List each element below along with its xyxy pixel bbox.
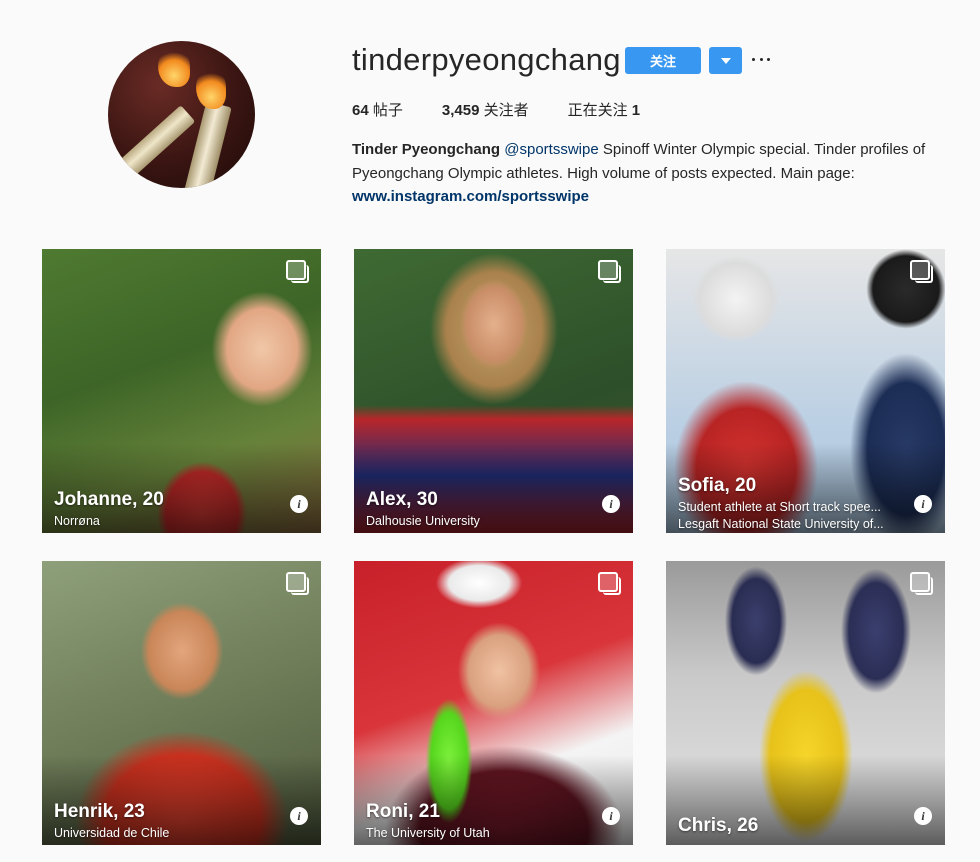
follow-button[interactable]: 关注 xyxy=(625,47,701,74)
post-athlete-name: Chris, 26 xyxy=(678,815,759,836)
following-count-label: 正在关注 xyxy=(567,102,628,119)
profile-avatar[interactable] xyxy=(108,41,255,188)
post-athlete-name: Sofia, 20 xyxy=(678,475,757,496)
post-athlete-affiliation: The University of Utah xyxy=(366,826,490,840)
following-count[interactable]: 正在关注 1 xyxy=(568,99,641,120)
followers-count-value: 3,459 xyxy=(441,102,480,119)
post-athlete-name: Alex, 30 xyxy=(366,489,438,510)
bio-mention-link[interactable]: @sportsswipe xyxy=(504,141,598,158)
info-icon[interactable]: i xyxy=(914,495,932,513)
post-tile[interactable]: Alex, 30 Dalhousie University i xyxy=(354,249,633,533)
followers-count[interactable]: 3,459 关注者 xyxy=(442,99,529,120)
post-athlete-name: Johanne, 20 xyxy=(54,489,164,510)
profile-username: tinderpyeongchang xyxy=(352,42,621,77)
followers-count-label: 关注者 xyxy=(483,102,529,119)
caret-down-icon xyxy=(720,57,731,64)
more-icon xyxy=(767,57,770,61)
info-icon[interactable]: i xyxy=(290,495,308,513)
posts-count-label: 帖子 xyxy=(372,102,403,119)
torch-left xyxy=(108,105,196,188)
posts-count: 64 帖子 xyxy=(352,99,403,120)
flame-left xyxy=(158,49,190,87)
more-options-button[interactable] xyxy=(752,50,770,68)
multi-image-icon xyxy=(286,260,309,283)
more-icon xyxy=(759,57,763,61)
post-tile[interactable]: Sofia, 20 Student athlete at Short track… xyxy=(666,249,945,533)
info-icon[interactable]: i xyxy=(290,807,308,825)
posts-count-value: 64 xyxy=(352,102,369,119)
post-athlete-affiliation: Norrøna xyxy=(54,514,100,528)
post-athlete-name: Roni, 21 xyxy=(366,801,440,822)
post-tile[interactable]: Roni, 21 The University of Utah i xyxy=(354,561,633,845)
post-athlete-affiliation: Dalhousie University xyxy=(366,514,480,528)
post-tile[interactable]: Chris, 26 i xyxy=(666,561,945,845)
profile-bio: Tinder Pyeongchang @sportsswipe Spinoff … xyxy=(352,138,952,209)
post-athlete-name: Henrik, 23 xyxy=(54,801,145,822)
multi-image-icon xyxy=(910,572,933,595)
multi-image-icon xyxy=(910,260,933,283)
info-icon[interactable]: i xyxy=(602,495,620,513)
info-icon[interactable]: i xyxy=(602,807,620,825)
post-athlete-affiliation: Universidad de Chile xyxy=(54,826,170,840)
multi-image-icon xyxy=(286,572,309,595)
following-count-value: 1 xyxy=(631,102,641,119)
post-athlete-affiliation: Lesgaft National State University of... xyxy=(678,517,884,531)
post-athlete-occupation: Student athlete at Short track spee... xyxy=(678,500,881,514)
post-tile[interactable]: Henrik, 23 Universidad de Chile i xyxy=(42,561,321,845)
multi-image-icon xyxy=(598,260,621,283)
post-tile[interactable]: Johanne, 20 Norrøna i xyxy=(42,249,321,533)
suggestions-dropdown-button[interactable] xyxy=(709,47,742,74)
info-icon[interactable]: i xyxy=(914,807,932,825)
bio-website-link[interactable]: www.instagram.com/sportsswipe xyxy=(352,185,952,209)
flame-right xyxy=(196,69,226,109)
profile-stats: 64 帖子 3,459 关注者 正在关注 1 xyxy=(352,99,679,120)
bio-full-name: Tinder Pyeongchang xyxy=(352,141,501,158)
more-icon xyxy=(752,57,755,61)
multi-image-icon xyxy=(598,572,621,595)
